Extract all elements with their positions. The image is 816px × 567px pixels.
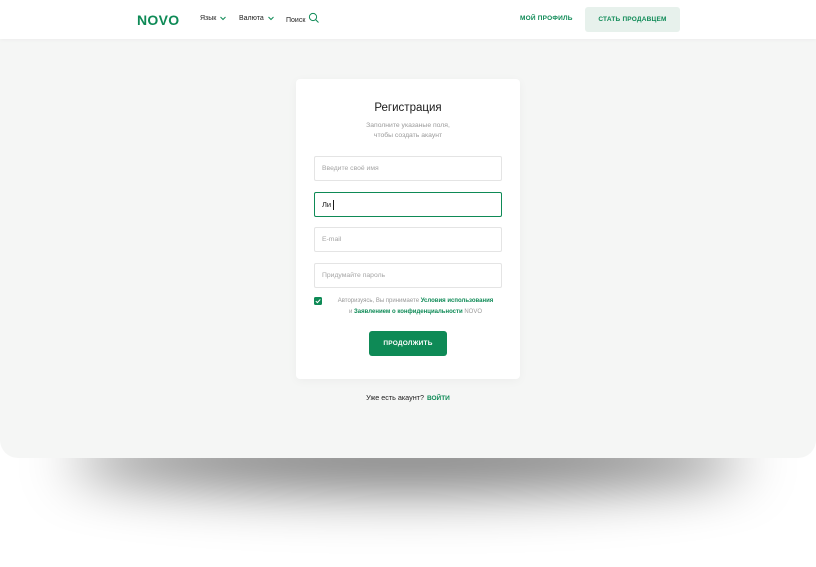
email-field[interactable]: E-mail — [314, 227, 502, 252]
lastname-field[interactable]: Ли — [314, 192, 502, 217]
email-placeholder: E-mail — [322, 236, 342, 243]
name-field[interactable]: Введите своё имя — [314, 156, 502, 181]
chevron-down-icon — [267, 14, 275, 22]
chevron-down-icon — [219, 14, 227, 22]
agree-and: и — [349, 309, 353, 315]
currency-dropdown[interactable]: Валюта — [239, 14, 275, 22]
agree-prefix: Авторизуясь, Вы принимаете — [337, 298, 420, 304]
browser-frame: NOVO Язык Валюта Поиск МОЙ ПРОФИЛЬ СТАТЬ… — [0, 0, 816, 458]
become-seller-button[interactable]: СТАТЬ ПРОДАВЦЕМ — [585, 7, 680, 32]
login-prompt: Уже есть акаунт? ВОЙТИ — [0, 393, 816, 402]
logo[interactable]: NOVO — [137, 12, 179, 28]
language-label: Язык — [200, 14, 217, 22]
subtitle-line-1: Заполните указаные поля, — [366, 122, 450, 129]
text-caret — [333, 199, 335, 210]
privacy-link[interactable]: Заявлением о конфиденциальности — [354, 309, 463, 315]
name-placeholder: Введите своё имя — [322, 165, 379, 172]
agree-suffix: NOVO — [464, 309, 482, 315]
language-dropdown[interactable]: Язык — [200, 14, 227, 22]
top-header: NOVO Язык Валюта Поиск МОЙ ПРОФИЛЬ СТАТЬ… — [0, 0, 816, 39]
search-label: Поиск — [286, 16, 306, 24]
form-subtitle: Заполните указаные поля, чтобы создать а… — [296, 121, 520, 141]
currency-label: Валюта — [239, 14, 264, 22]
have-account-text: Уже есть акаунт? — [366, 393, 424, 402]
password-placeholder: Придумайте пароль — [322, 272, 386, 279]
continue-button[interactable]: ПРОДОЛЖИТЬ — [369, 331, 447, 356]
agree-text: Авторизуясь, Вы принимаете Условия испол… — [314, 296, 504, 318]
page-title: Регистрация — [374, 102, 442, 114]
lastname-value: Ли — [322, 200, 332, 209]
search-button[interactable]: Поиск — [286, 12, 320, 26]
subtitle-line-2: чтобы создать акаунт — [373, 132, 443, 139]
registration-card: Регистрация Заполните указаные поля, что… — [296, 79, 520, 379]
login-link[interactable]: ВОЙТИ — [427, 395, 450, 402]
password-field[interactable]: Придумайте пароль — [314, 263, 502, 288]
agree-checkbox[interactable] — [314, 297, 322, 305]
check-icon — [315, 299, 321, 304]
search-icon — [308, 12, 320, 26]
terms-link[interactable]: Условия использования — [421, 298, 494, 304]
my-profile-link[interactable]: МОЙ ПРОФИЛЬ — [520, 15, 573, 22]
terms-agreement: Авторизуясь, Вы принимаете Условия испол… — [314, 296, 504, 318]
